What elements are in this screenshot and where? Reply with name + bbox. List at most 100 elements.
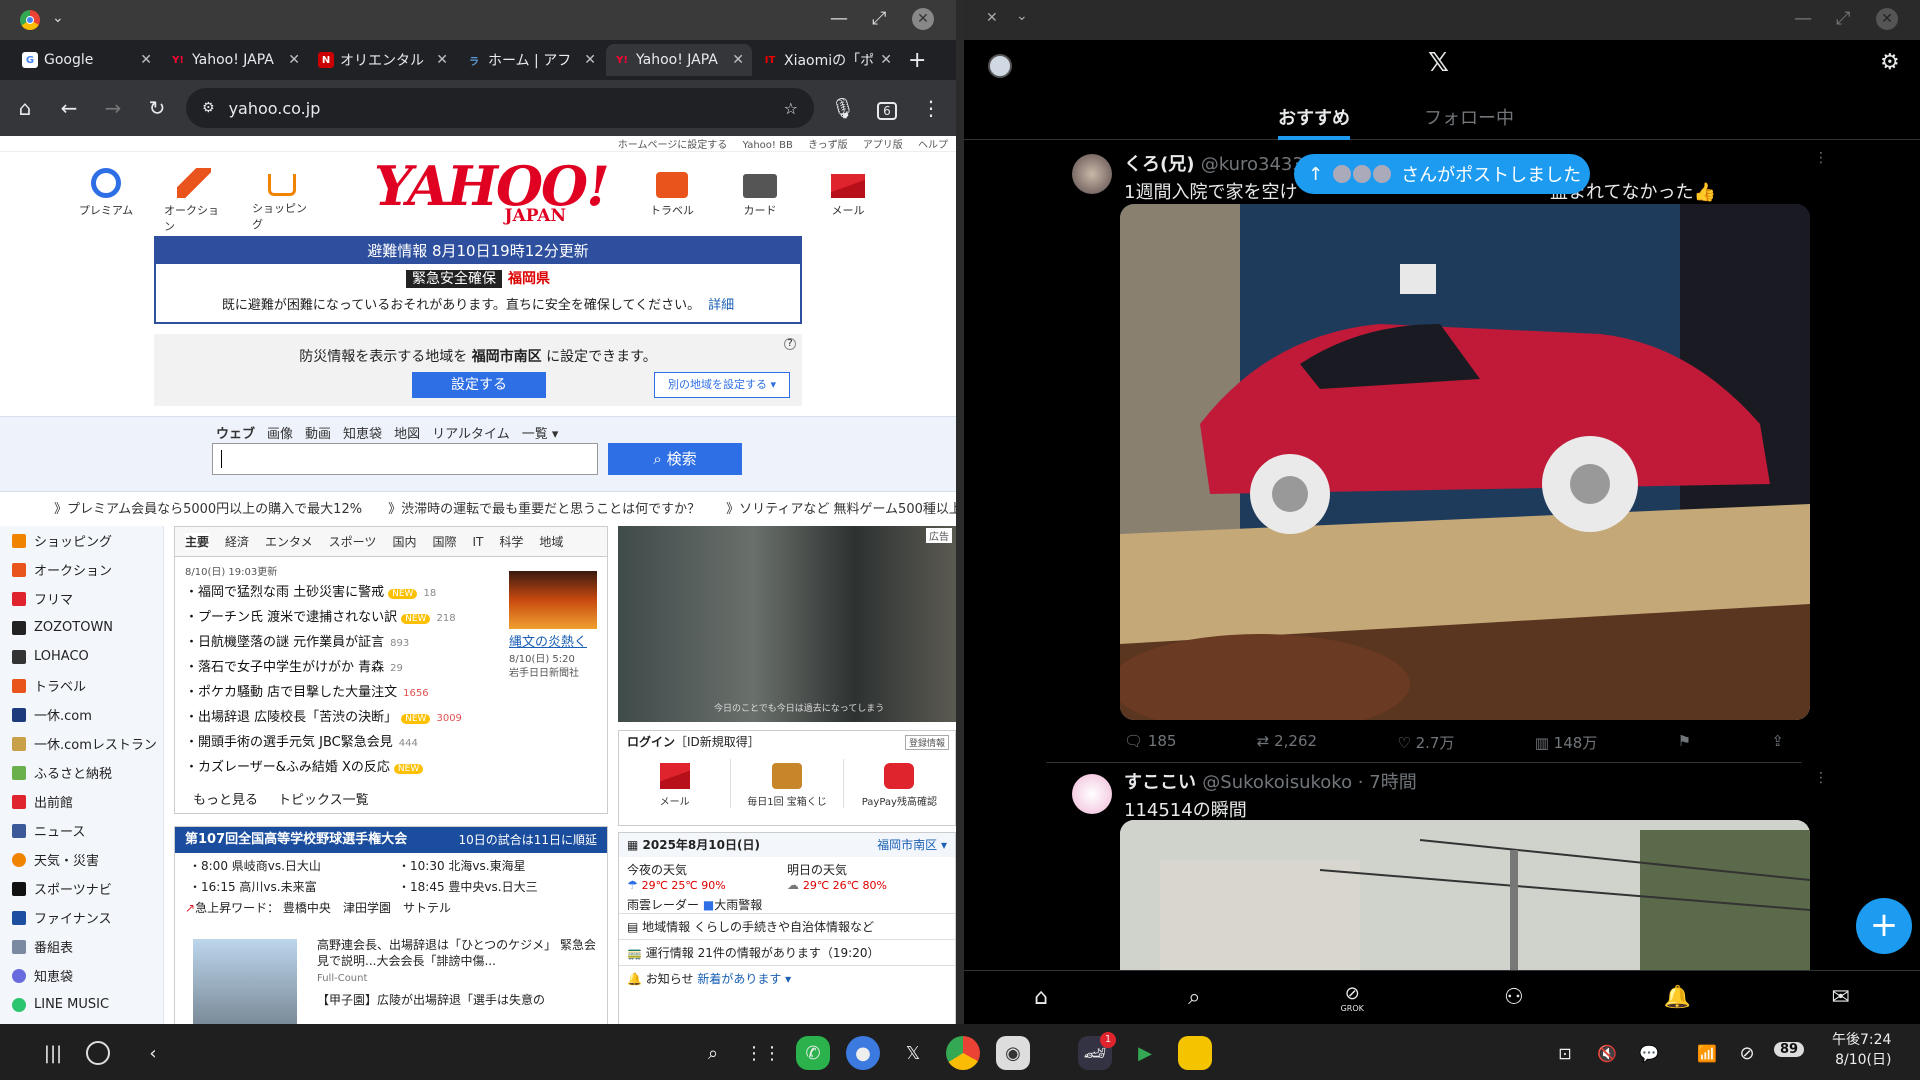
forward-icon[interactable]: → [98,96,128,120]
back-icon[interactable]: ← [54,96,84,120]
topics-list-link[interactable]: トピックス一覧 [278,789,369,808]
service-mail[interactable]: メール [818,168,878,218]
author-handle[interactable]: @Sukokoisukoko · 7時間 [1202,772,1416,793]
sidebar-item-travel[interactable]: トラベル [0,671,163,700]
search-icon[interactable]: ⌕ [696,1036,730,1070]
search-input[interactable] [212,443,598,475]
warning-link[interactable]: 大雨警報 [714,898,762,912]
news-tab[interactable]: 経済 [225,533,249,550]
service-shopping[interactable]: ショッピング [252,168,312,232]
ad-tag[interactable]: 広告 [926,528,952,543]
tab-oriental[interactable]: N オリエンタル ✕ [310,44,456,76]
close-icon[interactable]: ✕ [1876,8,1898,30]
like-button[interactable]: ♡ 2.7万 [1397,732,1454,753]
alert-detail-link[interactable]: 詳細 [708,298,734,313]
sidebar-item-zozotown[interactable]: ZOZOTOWN [0,613,163,642]
chrome-logo-icon[interactable] [20,10,40,30]
avatar[interactable] [1072,154,1112,194]
tab-close-icon[interactable]: ✕ [732,52,744,68]
news-tab[interactable]: 科学 [499,533,523,550]
yahoo-logo[interactable]: YAHOO! JAPAN [374,159,610,226]
news-tab[interactable]: IT [472,535,483,549]
files-app-icon[interactable] [1178,1036,1212,1070]
phone-app-icon[interactable]: ✆ [796,1036,830,1070]
sidebar-item-auction[interactable]: オークション [0,555,163,584]
mute-icon[interactable]: 🔇 [1590,1036,1624,1070]
author-handle[interactable]: @kuro3433 [1201,154,1304,175]
communities-icon[interactable]: ⚇ [1504,985,1524,1010]
new-tab-icon[interactable]: + [908,48,926,73]
settings-gear-icon[interactable]: ⚙ [1880,50,1900,75]
x-app-icon[interactable]: ✕ [986,10,998,26]
service-auction[interactable]: オークション [164,168,224,234]
tab-yahoo-active[interactable]: Y! Yahoo! JAPA ✕ [606,44,752,76]
game-item[interactable]: ・16:15 高川vs.未来富 [189,878,398,895]
compose-post-button[interactable]: + [1856,898,1912,954]
sidebar-item-furusato[interactable]: ふるさと納税 [0,758,163,787]
radar-link[interactable]: 雨雲レーダー [627,898,699,912]
article-text[interactable]: 高野連会長、出場辞退は「ひとつのケジメ」 緊急会見で説明...大会会長「誹謗中傷… [317,937,601,969]
news-tab[interactable]: 国際 [432,533,456,550]
search-tab-list[interactable]: 一覧 ▾ [522,423,559,442]
search-tab-realtime[interactable]: リアルタイム [432,423,510,442]
close-icon[interactable]: ✕ [912,8,934,30]
tab-google[interactable]: G Google ✕ [14,44,160,76]
sidebar-item-shopping[interactable]: ショッピング [0,526,163,555]
recents-icon[interactable]: ||| [36,1036,70,1070]
back-icon[interactable]: ‹ [136,1036,170,1070]
search-tab-chiebukuro[interactable]: 知恵袋 [343,423,382,442]
news-thumbnail[interactable] [509,571,597,629]
search-icon[interactable]: ⌕ [1188,985,1200,1010]
news-item[interactable]: ・出場辞退 広陵校長「苦渋の決断」 NEW 3009 [175,705,607,730]
login-link[interactable]: ログイン [627,735,675,749]
link-yahoo-bb[interactable]: Yahoo! BB [742,140,792,151]
service-travel[interactable]: トラベル [642,168,702,218]
new-posts-pill[interactable]: ↑ さんがポストしました [1294,154,1590,194]
sidebar-item-tv[interactable]: 番組表 [0,932,163,961]
sidebar-item-sportsnavi[interactable]: スポーツナビ [0,874,163,903]
maximize-icon[interactable]: ⤢ [872,8,886,29]
tab-count-icon[interactable]: 6 [872,96,902,120]
sidebar-item-lohaco[interactable]: LOHACO [0,642,163,671]
maximize-icon[interactable]: ⤢ [1836,8,1850,29]
news-tab[interactable]: エンタメ [265,533,313,550]
local-info-row[interactable]: ▤ 地域情報 くらしの手続きや自治体情報など [619,913,955,939]
tab-yahoo[interactable]: Y! Yahoo! JAPA ✕ [162,44,308,76]
grok-button[interactable]: ⊘ GROK [1341,983,1364,1013]
more-link[interactable]: もっと見る [193,789,258,808]
author-name[interactable]: くろ(兄) [1124,154,1194,175]
x-logo-icon[interactable]: 𝕏 [1428,48,1449,78]
promo-link[interactable]: 》ソリティアなど 無料ゲーム500種以上 [726,498,956,520]
trend-word[interactable]: 豊橋中央 [283,901,331,915]
sidebar-item-ikyu-restaurant[interactable]: 一休.comレストラン [0,729,163,758]
wifi-icon[interactable]: 📶 [1690,1036,1724,1070]
promo-link[interactable]: 》渋滞時の運転で最も重要だと思うことは何ですか？ [388,498,700,520]
do-not-disturb-icon[interactable]: ⊘ [1730,1036,1764,1070]
help-icon[interactable]: ? [784,338,796,350]
service-premium[interactable]: プレミアム [76,168,136,218]
menu-icon[interactable]: ⋮ [916,96,946,120]
thumbnail-caption[interactable]: 縄文の炎熱く [509,631,599,650]
search-tab-map[interactable]: 地図 [394,423,420,442]
login-lottery[interactable]: 毎日1回 宝箱くじ [731,759,844,808]
bookmark-star-icon[interactable]: ☆ [784,99,798,118]
login-mail[interactable]: メール [619,759,732,808]
sidebar-item-chiebukuro[interactable]: 知恵袋 [0,961,163,990]
sidebar-item-line-music[interactable]: LINE MUSIC [0,990,163,1019]
article-thumbnail[interactable] [193,939,297,1024]
chevron-down-icon[interactable]: ⌄ [52,10,64,26]
site-settings-icon[interactable]: ⚙ [202,100,215,116]
set-region-button[interactable]: 設定する [412,372,546,398]
game-item[interactable]: ・8:00 県岐商vs.日大山 [189,857,398,874]
link-help[interactable]: ヘルプ [918,140,948,151]
author-name[interactable]: すここい [1124,772,1196,793]
game-item[interactable]: ・10:30 北海vs.東海星 [398,857,607,874]
link-app[interactable]: アプリ版 [863,140,903,151]
game-item[interactable]: ・18:45 豊中央vs.日大三 [398,878,607,895]
tab-home[interactable]: ラホーム | アフ ✕ [458,44,604,76]
search-tab-video[interactable]: 動画 [305,423,331,442]
chrome-app-icon[interactable] [946,1036,980,1070]
reload-icon[interactable]: ↻ [142,96,172,120]
play-store-icon[interactable]: ▶ [1128,1036,1162,1070]
transit-row[interactable]: 🚃 運行情報 21件の情報があります（19:20） [619,939,955,965]
